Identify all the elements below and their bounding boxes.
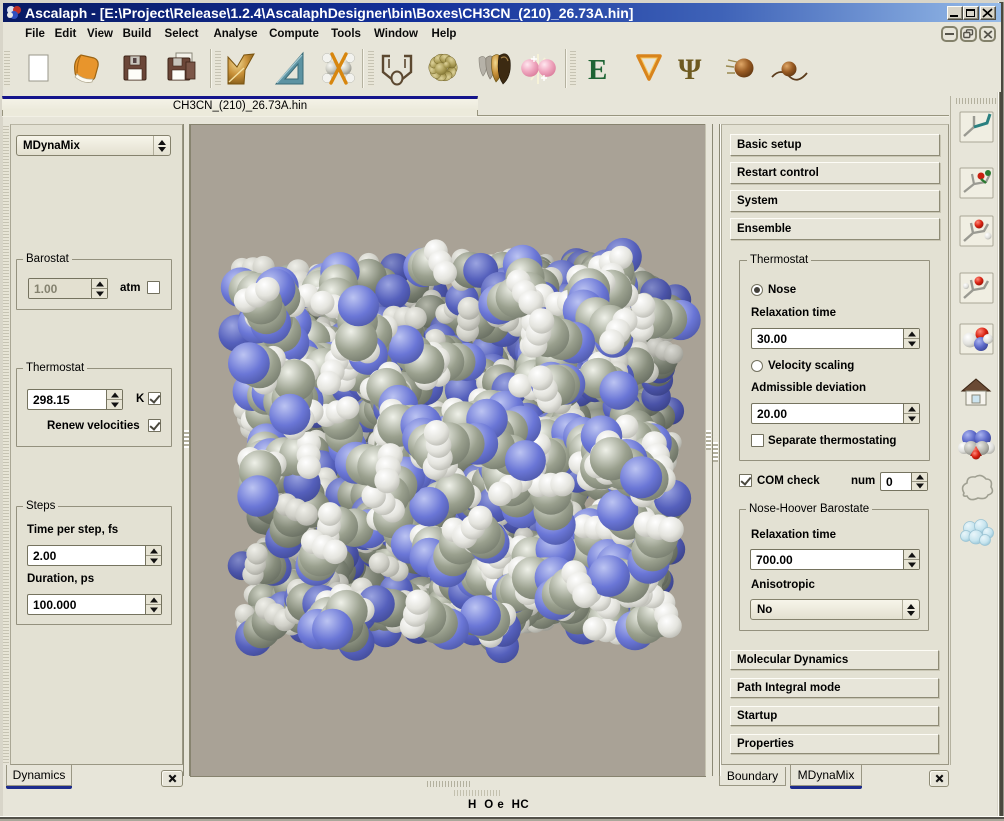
svg-text:Ψ: Ψ <box>678 53 702 86</box>
svg-text:E: E <box>588 54 607 86</box>
